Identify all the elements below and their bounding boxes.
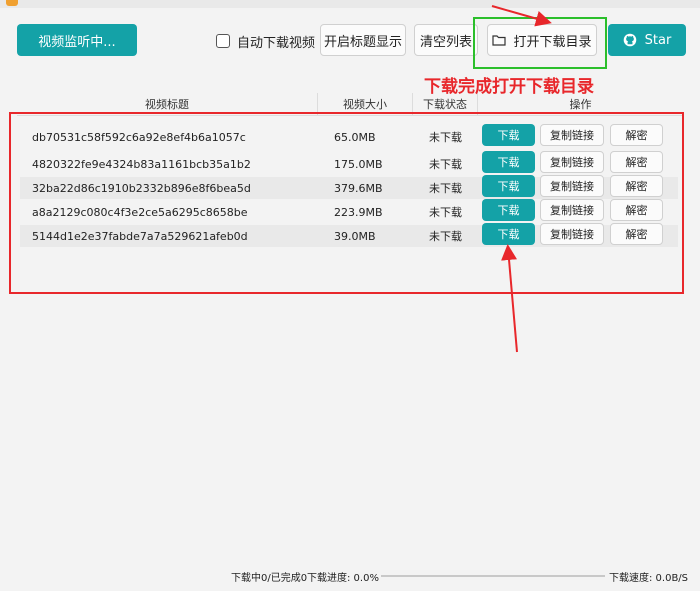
title-display-button[interactable]: 开启标题显示: [320, 24, 406, 56]
github-icon: [623, 33, 637, 47]
progress-label: 下载进度: 0.0%: [307, 573, 379, 584]
auto-download-label: 自动下载视频: [237, 35, 316, 51]
monitor-button[interactable]: 视频监听中...: [17, 24, 137, 56]
download-speed: 下载速度: 0.0B/S: [609, 573, 689, 584]
star-label: Star: [644, 32, 672, 48]
highlight-box-open-dir: [473, 17, 607, 69]
annotation-text: 下载完成打开下载目录: [424, 77, 594, 97]
highlight-box-table: [9, 112, 684, 294]
status-bar: 下载中0/已完成0 下载进度: 0.0% 下载速度: 0.0B/S: [0, 566, 700, 586]
clear-list-button[interactable]: 清空列表: [414, 24, 478, 56]
annotation-arrows: [491, 5, 552, 353]
auto-download-checkbox[interactable]: [216, 34, 230, 48]
auto-download-toggle[interactable]: 自动下载视频: [216, 32, 316, 51]
progress-bar: [381, 575, 605, 577]
title-bar: [0, 0, 700, 8]
star-button[interactable]: Star: [608, 24, 686, 56]
app-window: 视频监听中... 自动下载视频 开启标题显示 清空列表 打开下载目录 Star …: [0, 0, 700, 591]
download-counts: 下载中0/已完成0: [231, 573, 308, 584]
app-icon: [6, 0, 18, 6]
